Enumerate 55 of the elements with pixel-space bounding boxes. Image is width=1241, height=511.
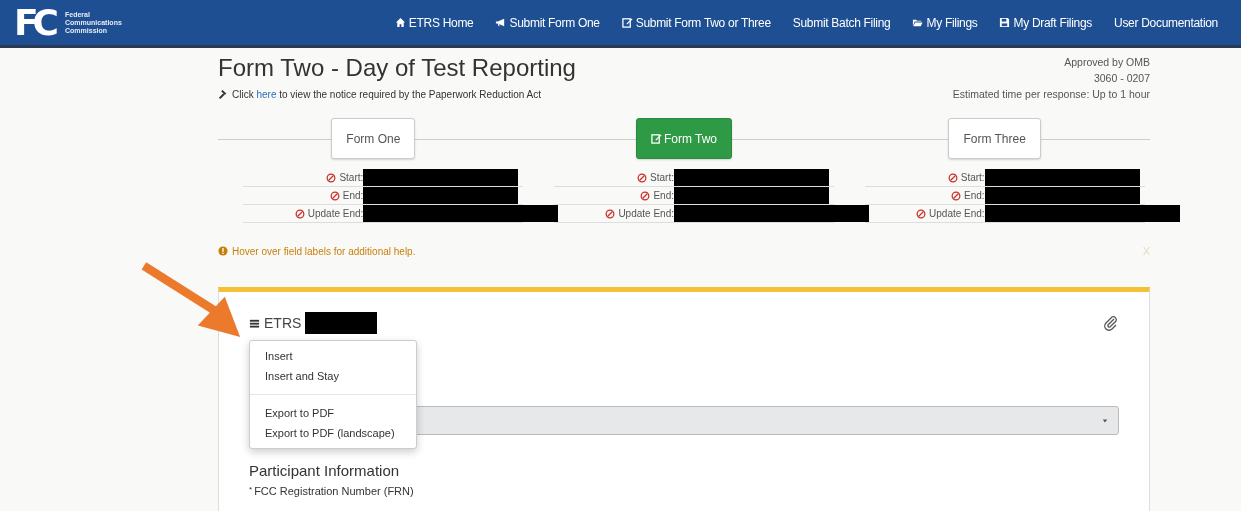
help-alert-text: Hover over field labels for additional help.	[232, 245, 416, 257]
logo-mark[interactable]: FC	[14, 2, 53, 43]
date-label: End:	[964, 190, 985, 201]
nav-link[interactable]: ETRS Home	[383, 15, 485, 30]
ban-icon	[326, 172, 337, 183]
exclamation-icon	[218, 246, 228, 256]
approval-text: Estimated time per response: Up to 1 hour	[952, 87, 1150, 102]
nav-link[interactable]: Submit Form Two or Three	[610, 15, 782, 30]
required-mark: *	[249, 485, 253, 496]
menu-item[interactable]: Insert and Stay	[250, 366, 416, 386]
field-label: FCC Registration Number (FRN)	[254, 485, 414, 497]
nav-link[interactable]: My Draft Filings	[988, 15, 1103, 30]
paperwork-notice: Click here to view the notice required by the Paperwork Reduction Act	[232, 89, 542, 100]
home-icon	[394, 17, 406, 28]
form-step-button[interactable]: Form One	[331, 118, 416, 159]
section-heading: Participant Information	[249, 462, 401, 479]
caret-icon	[1102, 417, 1108, 424]
ban-icon	[640, 190, 651, 201]
ban-icon	[637, 172, 648, 183]
date-label: Start:	[960, 172, 985, 183]
date-label: Update End:	[929, 208, 985, 219]
edit-icon	[650, 133, 662, 144]
card-title: ETRS	[264, 315, 302, 331]
approval-text: 3060 - 0207	[1093, 71, 1150, 86]
nav-link[interactable]: User Documentation	[1103, 15, 1229, 30]
nav-link[interactable]: My Filings	[901, 15, 989, 30]
form-step-button[interactable]: Form Three	[948, 118, 1041, 159]
ban-icon	[329, 190, 340, 201]
date-label: End:	[342, 190, 364, 201]
form-step-button[interactable]: Form Two	[635, 118, 733, 159]
folder-icon	[912, 17, 924, 28]
approval-text: Approved by OMB	[1064, 55, 1150, 70]
ban-icon	[605, 208, 616, 219]
paperclip-icon[interactable]	[1103, 315, 1119, 331]
save-icon	[999, 17, 1011, 28]
ban-icon	[947, 172, 958, 183]
date-label: Start:	[339, 172, 364, 183]
date-label: Update End:	[307, 208, 364, 219]
gavel-icon	[218, 89, 229, 100]
ban-icon	[294, 208, 305, 219]
menu-item[interactable]: Export to PDF	[250, 403, 416, 423]
notice-link[interactable]: here	[256, 89, 277, 100]
menu-icon[interactable]	[249, 317, 260, 329]
menu-item[interactable]: Export to PDF (landscape)	[250, 423, 416, 443]
megaphone-icon	[495, 17, 507, 28]
date-label: Update End:	[618, 208, 674, 219]
date-label: End:	[653, 190, 674, 201]
page-title: Form Two - Day of Test Reporting	[218, 54, 576, 82]
edit-icon	[621, 17, 633, 28]
ban-icon	[916, 208, 927, 219]
date-label: Start:	[650, 172, 674, 183]
ban-icon	[951, 190, 962, 201]
nav-link[interactable]: Submit Form One	[484, 15, 611, 30]
nav-link[interactable]: Submit Batch Filing	[781, 15, 902, 30]
menu-item[interactable]: Insert	[250, 346, 416, 366]
